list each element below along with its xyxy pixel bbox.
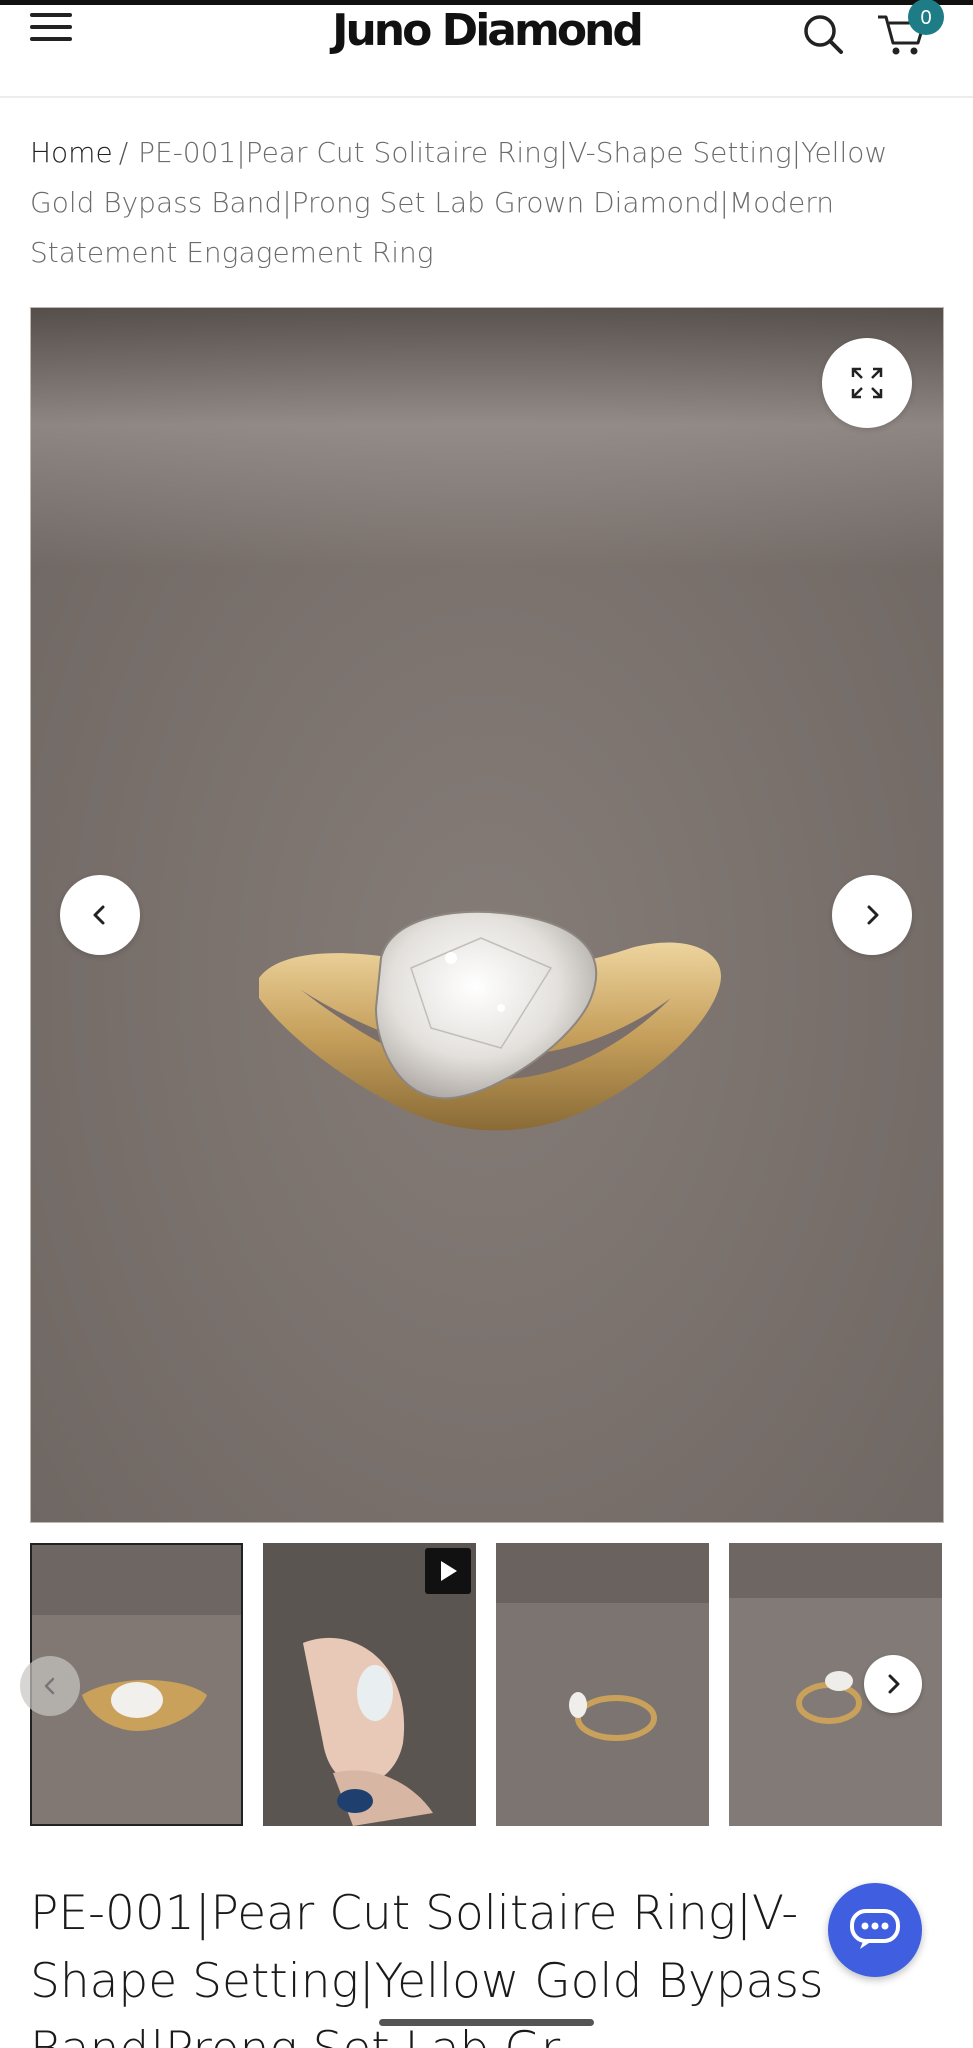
chevron-left-icon — [44, 1677, 55, 1695]
breadcrumb-current: PE-001|Pear Cut Solitaire Ring|V-Shape S… — [30, 136, 888, 269]
chevron-left-icon — [93, 905, 105, 925]
thumbnail-strip — [30, 1543, 944, 1827]
thumbnail-next-button[interactable] — [864, 1655, 922, 1713]
chat-button[interactable] — [828, 1883, 922, 1977]
expand-image-button[interactable] — [822, 338, 912, 428]
expand-icon — [851, 367, 883, 399]
breadcrumb: Home / PE-001|Pear Cut Solitaire Ring|V-Sh… — [30, 128, 930, 278]
cart-count-badge: 0 — [908, 0, 944, 35]
chevron-right-icon — [867, 905, 879, 925]
thumbnail-3[interactable] — [496, 1543, 709, 1826]
main-product-image[interactable] — [30, 307, 944, 1523]
home-indicator — [379, 2019, 594, 2026]
search-icon[interactable] — [800, 11, 846, 57]
chat-bubble-icon — [850, 1909, 900, 1949]
breadcrumb-home-link[interactable]: Home — [30, 136, 113, 169]
breadcrumb-separator: / — [118, 136, 129, 169]
next-image-button[interactable] — [832, 875, 912, 955]
chevron-right-icon — [888, 1674, 900, 1694]
previous-image-button[interactable] — [60, 875, 140, 955]
site-header: Juno Diamond 0 — [0, 0, 973, 98]
play-icon — [425, 1548, 471, 1594]
ring-photo — [259, 910, 721, 1131]
thumbnail-2-video[interactable] — [263, 1543, 476, 1826]
thumbnail-previous-button[interactable] — [20, 1656, 80, 1716]
